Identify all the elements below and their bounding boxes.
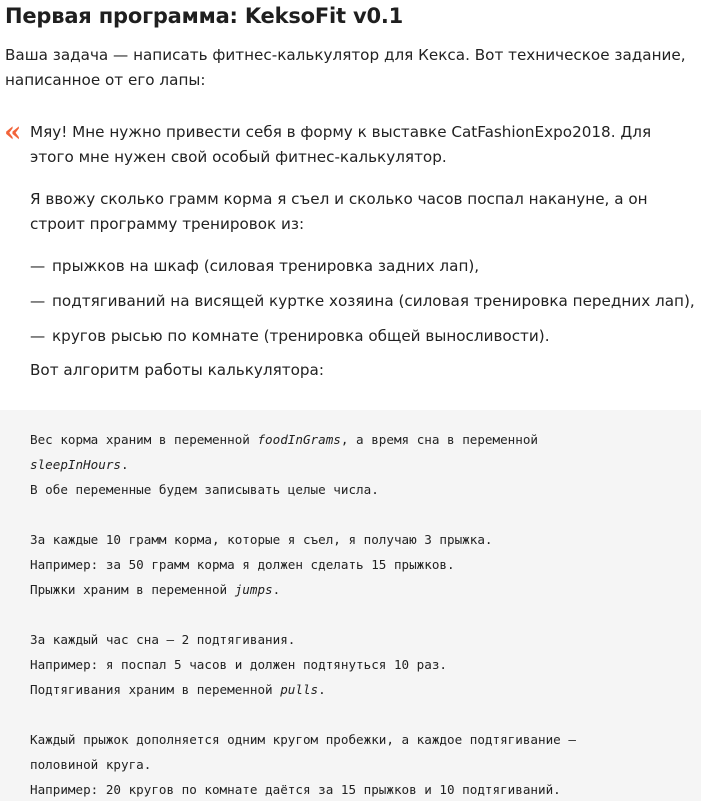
code-line: половиной круга.	[30, 757, 152, 772]
list-item: — кругов рысью по комнате (тренировка об…	[30, 324, 695, 359]
code-variable: foodInGrams	[257, 432, 341, 447]
quote-paragraph-1: Мяу! Мне нужно привести себя в форму к в…	[30, 123, 652, 166]
quote-paragraph-3: Вот алгоритм работы калькулятора:	[30, 361, 324, 379]
code-variable: pulls	[280, 682, 319, 697]
code-line: Например: 20 кругов по комнате даётся за…	[30, 782, 561, 797]
list-item-text: кругов рысью по комнате (тренировка обще…	[52, 327, 550, 345]
code-line: Например: за 50 грамм корма я должен сде…	[30, 557, 455, 572]
code-text-segment: .	[121, 457, 129, 472]
list-item: — прыжков на шкаф (силовая тренировка за…	[30, 254, 695, 289]
quote-paragraph-2: Я ввожу сколько грамм корма я съел и ско…	[30, 190, 648, 233]
code-text-segment: Подтягивания храним в переменной	[30, 682, 281, 697]
code-text-segment: Прыжки храним в переменной	[30, 582, 235, 597]
code-line: В обе переменные будем записывать целые …	[30, 482, 379, 497]
code-line: Вес корма храним в переменной foodInGram…	[30, 427, 690, 452]
code-variable: sleepInHours	[30, 457, 121, 472]
code-text-segment: , а время сна в переменной	[340, 432, 539, 447]
code-line: Подтягивания храним в переменной pulls.	[30, 677, 690, 702]
code-line: Прыжки храним в переменной jumps.	[30, 577, 690, 602]
list-item-text: прыжков на шкаф (силовая тренировка задн…	[52, 257, 480, 275]
list-dash: —	[30, 292, 46, 310]
list-item: — подтягиваний на висящей куртке хозяина…	[30, 289, 695, 324]
code-text-segment: .	[272, 582, 281, 597]
code-line: Каждый прыжок дополняется одним кругом п…	[30, 732, 576, 747]
quote-mark-icon: «	[4, 115, 22, 148]
code-text-segment: Вес корма храним в переменной	[30, 432, 258, 447]
page-title: Первая программа: KeksoFit v0.1	[5, 4, 404, 28]
code-line: За каждый час сна — 2 подтягивания.	[30, 632, 296, 647]
workout-list: — прыжков на шкаф (силовая тренировка за…	[30, 254, 695, 359]
code-block: Вес корма храним в переменной foodInGram…	[0, 410, 701, 801]
code-text-segment: .	[318, 682, 326, 697]
code-line: sleepInHours.	[30, 452, 690, 477]
code-line: Например: я поспал 5 часов и должен подт…	[30, 657, 448, 672]
code-text: Вес корма храним в переменной foodInGram…	[30, 427, 690, 801]
list-dash: —	[30, 257, 46, 275]
code-variable: jumps	[234, 582, 273, 597]
intro-text: Ваша задача — написать фитнес-калькулято…	[5, 46, 686, 89]
list-dash: —	[30, 327, 46, 345]
code-line: За каждые 10 грамм корма, которые я съел…	[30, 532, 493, 547]
list-item-text: подтягиваний на висящей куртке хозяина (…	[52, 292, 695, 310]
